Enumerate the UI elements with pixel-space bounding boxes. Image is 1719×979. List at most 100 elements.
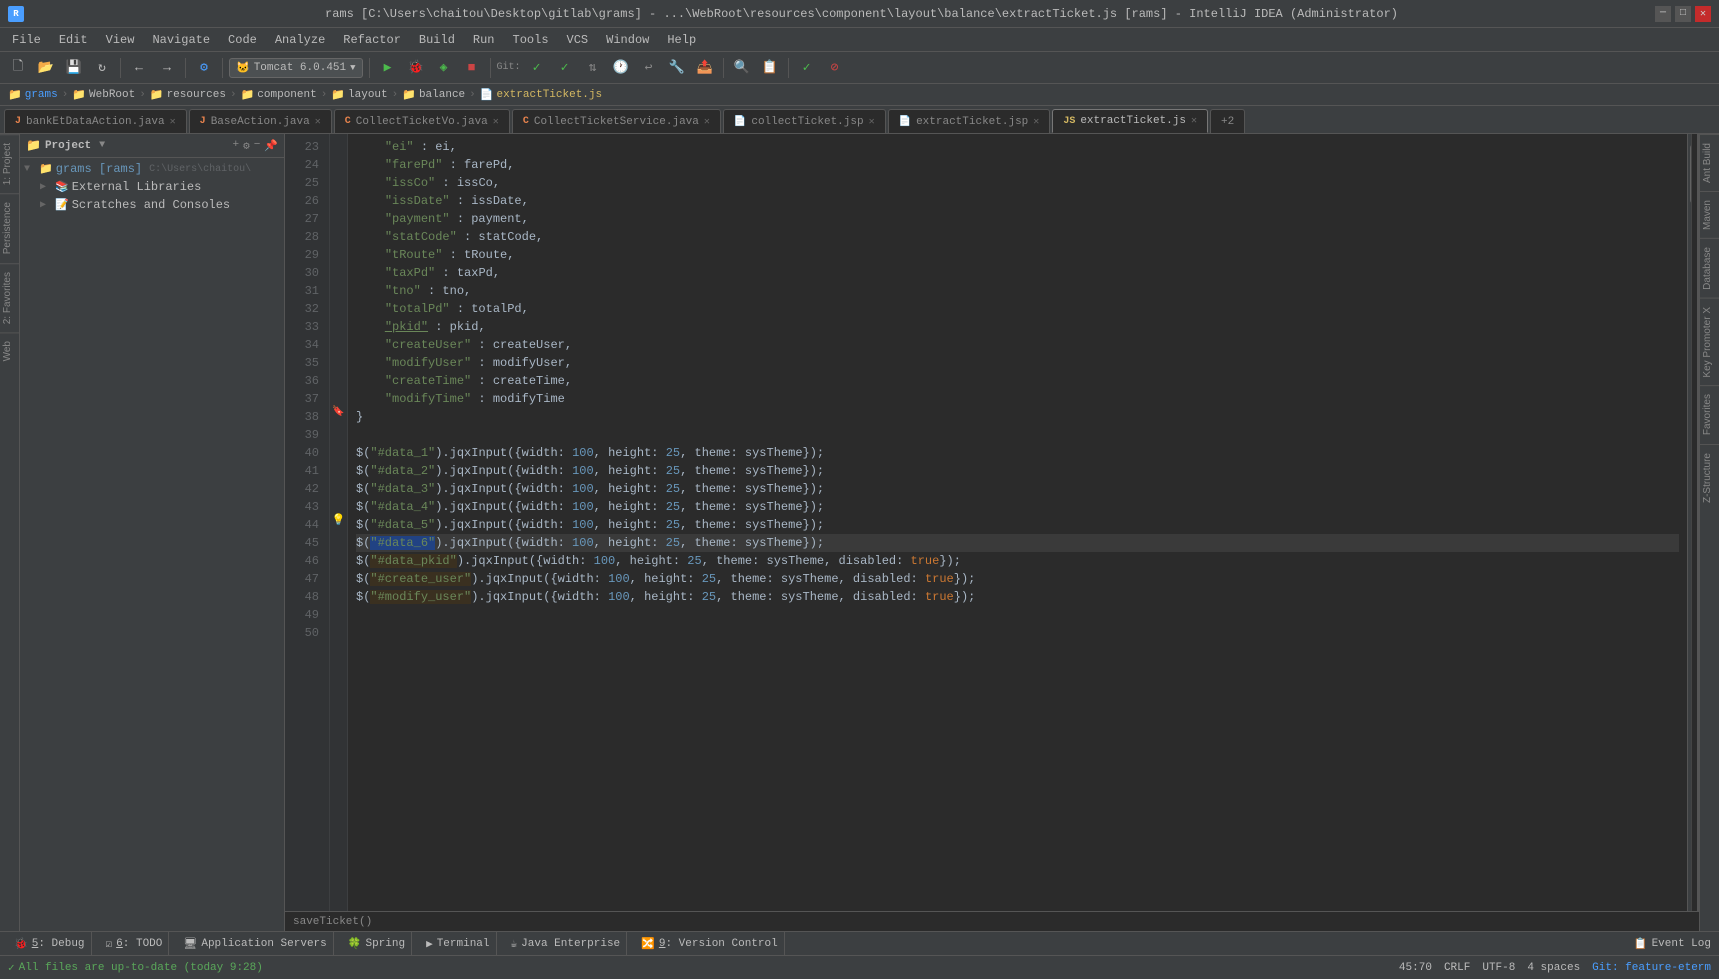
project-dropdown[interactable]: ▼ <box>99 140 105 151</box>
menu-navigate[interactable]: Navigate <box>144 31 218 49</box>
tab-close-5[interactable]: ✕ <box>869 116 875 128</box>
forward-button[interactable]: → <box>155 56 179 80</box>
tab-collectTicket-jsp[interactable]: 📄 collectTicket.jsp ✕ <box>723 109 886 133</box>
code-content[interactable]: "ei" : ei, "farePd" : farePd, "issCo" : … <box>348 134 1687 911</box>
tab-BaseAction[interactable]: J BaseAction.java ✕ <box>189 109 332 133</box>
status-line-ending[interactable]: CRLF <box>1444 962 1470 974</box>
breadcrumb-grams[interactable]: 📁 grams <box>8 88 58 102</box>
close-button[interactable]: ✕ <box>1695 6 1711 22</box>
tab-close-4[interactable]: ✕ <box>704 116 710 128</box>
status-encoding[interactable]: UTF-8 <box>1482 962 1515 974</box>
menu-vcs[interactable]: VCS <box>559 31 597 49</box>
window-controls[interactable]: ─ □ ✕ <box>1655 6 1711 22</box>
code-line-26: "issDate" : issDate, <box>356 192 1679 210</box>
build-icon[interactable]: ⚙ <box>192 56 216 80</box>
menu-tools[interactable]: Tools <box>505 31 557 49</box>
tab-extractTicket-js[interactable]: JS extractTicket.js ✕ <box>1052 109 1208 133</box>
menu-window[interactable]: Window <box>598 31 657 49</box>
search-button[interactable]: 🔍 <box>730 56 754 80</box>
new-file-button[interactable]: 🗋 <box>6 56 30 80</box>
breadcrumb-resources[interactable]: 📁 resources <box>150 88 226 102</box>
tab-close-6[interactable]: ✕ <box>1033 116 1039 128</box>
sidebar-project[interactable]: 1: Project <box>0 134 19 193</box>
tree-external-libs[interactable]: ▶ 📚 External Libraries <box>20 178 284 196</box>
debug-tab-icon: 🐞 <box>14 937 28 951</box>
status-branch[interactable]: Git: feature-eterm <box>1592 962 1711 974</box>
tab-extractTicket-jsp[interactable]: 📄 extractTicket.jsp ✕ <box>888 109 1051 133</box>
sidebar-key-promoter[interactable]: Key Promoter X <box>1700 298 1719 386</box>
breadcrumb-webroot[interactable]: 📁 WebRoot <box>72 88 135 102</box>
project-add-icon[interactable]: + <box>232 139 239 153</box>
vcs-log[interactable]: 📋 <box>758 56 782 80</box>
tree-arrow-ext: ▶ <box>40 181 52 193</box>
tab-close-1[interactable]: ✕ <box>170 116 176 128</box>
sync-button[interactable]: ↻ <box>90 56 114 80</box>
menu-build[interactable]: Build <box>411 31 463 49</box>
git-check[interactable]: ✓ <box>525 56 549 80</box>
menu-analyze[interactable]: Analyze <box>267 31 333 49</box>
sidebar-web[interactable]: Web <box>0 332 19 369</box>
sidebar-zstructure[interactable]: Z-Structure <box>1700 444 1719 511</box>
git-revert[interactable]: ↩ <box>637 56 661 80</box>
git-check2[interactable]: ✓ <box>553 56 577 80</box>
bottom-tab-todo[interactable]: ☑ 6: TODO <box>100 932 170 955</box>
bottom-tab-spring[interactable]: 🍀 Spring <box>342 932 412 955</box>
tab-close-7[interactable]: ✕ <box>1191 115 1197 127</box>
stop-button[interactable]: ■ <box>460 56 484 80</box>
tab-close-2[interactable]: ✕ <box>315 116 321 128</box>
bottom-tab-vcs[interactable]: 🔀 9: Version Control <box>635 932 785 955</box>
git-push[interactable]: 📤 <box>693 56 717 80</box>
breadcrumb-file[interactable]: 📄 extractTicket.js <box>480 88 602 102</box>
tab-close-3[interactable]: ✕ <box>493 116 499 128</box>
maximize-button[interactable]: □ <box>1675 6 1691 22</box>
breadcrumb-component[interactable]: 📁 component <box>241 88 317 102</box>
sidebar-database[interactable]: Database <box>1700 238 1719 298</box>
tree-scratches[interactable]: ▶ 📝 Scratches and Consoles <box>20 196 284 214</box>
breadcrumb-balance[interactable]: 📁 balance <box>402 88 465 102</box>
status-indent[interactable]: 4 spaces <box>1527 962 1580 974</box>
sidebar-persistence[interactable]: Persistence <box>0 193 19 262</box>
tab-more[interactable]: +2 <box>1210 109 1245 133</box>
menu-code[interactable]: Code <box>220 31 265 49</box>
menu-help[interactable]: Help <box>659 31 704 49</box>
menu-run[interactable]: Run <box>465 31 503 49</box>
project-settings-icon[interactable]: ⚙ <box>243 139 250 153</box>
open-button[interactable]: 📂 <box>34 56 58 80</box>
back-button[interactable]: ← <box>127 56 151 80</box>
bottom-tab-terminal[interactable]: ▶ Terminal <box>420 932 496 955</box>
sidebar-favorites[interactable]: 2: Favorites <box>0 263 19 332</box>
tree-root[interactable]: ▼ 📁 grams [rams] C:\Users\chaitou\ <box>20 160 284 178</box>
project-collapse-icon[interactable]: − <box>254 139 261 153</box>
bottom-tab-appservers[interactable]: 🖥 Application Servers <box>177 932 333 955</box>
no-problems[interactable]: ⊘ <box>823 56 847 80</box>
tab-CollectTicketVo[interactable]: C CollectTicketVo.java ✕ <box>334 109 510 133</box>
minimize-button[interactable]: ─ <box>1655 6 1671 22</box>
tab-CollectTicketService[interactable]: C CollectTicketService.java ✕ <box>512 109 721 133</box>
coverage-button[interactable]: ◈ <box>432 56 456 80</box>
bottom-tab-javaenterprise[interactable]: ☕ Java Enterprise <box>505 932 628 955</box>
sidebar-ant-build[interactable]: Ant Build <box>1700 134 1719 191</box>
sidebar-favorites-right[interactable]: Favorites <box>1700 385 1719 443</box>
bottom-tab-debug[interactable]: 🐞 5: Debug <box>8 932 92 955</box>
problems-button[interactable]: ✓ <box>795 56 819 80</box>
tomcat-button[interactable]: 🐱 Tomcat 6.0.451 ▼ <box>229 58 363 78</box>
project-pin-icon[interactable]: 📌 <box>264 139 278 153</box>
save-button[interactable]: 💾 <box>62 56 86 80</box>
git-arrow[interactable]: ⇅ <box>581 56 605 80</box>
menu-file[interactable]: File <box>4 31 49 49</box>
run-button[interactable]: ▶ <box>376 56 400 80</box>
menu-view[interactable]: View <box>98 31 143 49</box>
menu-edit[interactable]: Edit <box>51 31 96 49</box>
title-bar-text: rams [C:\Users\chaitou\Desktop\gitlab\gr… <box>68 7 1655 21</box>
event-log-button[interactable]: 📋 Event Log <box>1634 937 1711 951</box>
menu-refactor[interactable]: Refactor <box>335 31 409 49</box>
breadcrumb-layout[interactable]: 📁 layout <box>331 88 387 102</box>
status-position[interactable]: 45:70 <box>1399 962 1432 974</box>
scroll-track[interactable] <box>1687 134 1699 911</box>
tab-bankEtDataAction[interactable]: J bankEtDataAction.java ✕ <box>4 109 187 133</box>
git-config[interactable]: 🔧 <box>665 56 689 80</box>
git-history[interactable]: 🕐 <box>609 56 633 80</box>
tab-icon-jsp-2: 📄 <box>899 116 911 128</box>
debug-button[interactable]: 🐞 <box>404 56 428 80</box>
sidebar-maven[interactable]: Maven <box>1700 191 1719 238</box>
